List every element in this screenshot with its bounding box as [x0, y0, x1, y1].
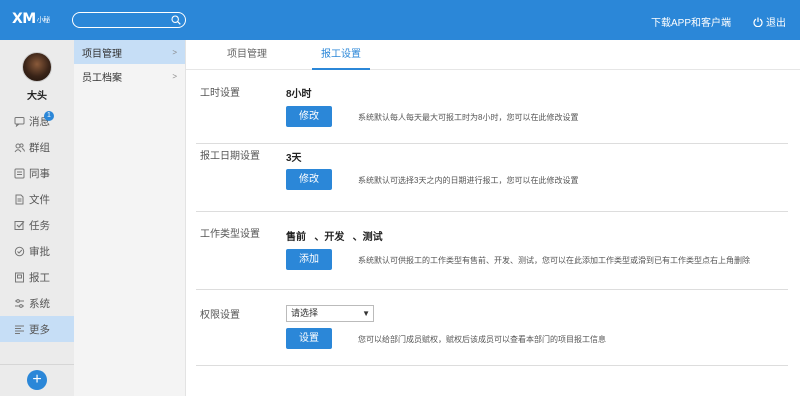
section-label: 报工日期设置 [200, 151, 260, 162]
section-description: 系统默认可选择3天之内的日期进行报工，您可以在此修改设置 [358, 176, 579, 185]
sidebar-item-messages[interactable]: 消息 1 [0, 108, 74, 134]
message-icon [14, 116, 25, 127]
work-type-list: 售前 、开发 、测试 [286, 232, 383, 243]
search-input[interactable] [79, 14, 163, 26]
chevron-right-icon: > [172, 47, 177, 57]
section-label: 权限设置 [200, 310, 240, 321]
sidebar-item-label: 系统 [29, 297, 50, 310]
select-value: 请选择 [291, 308, 319, 318]
sidebar-item-approval[interactable]: 审批 [0, 238, 74, 264]
sidebar-item-label: 群组 [29, 141, 50, 154]
department-select[interactable]: 请选择 ▼ [286, 305, 374, 322]
sidebar-divider [0, 364, 74, 365]
sidebar-item-label: 报工 [29, 271, 50, 284]
file-icon [15, 194, 24, 204]
more-icon [15, 325, 24, 334]
sidebar-item-tasks[interactable]: 任务 [0, 212, 74, 238]
app-logo[interactable]: XM小秘 [12, 11, 50, 27]
add-button[interactable]: + [27, 370, 47, 390]
group-icon [14, 142, 25, 152]
sidebar-item-label: 同事 [29, 167, 50, 180]
power-icon [753, 17, 763, 27]
sidebar-item-label: 更多 [29, 323, 50, 336]
sidebar-item-files[interactable]: 文件 [0, 186, 74, 212]
task-icon [14, 220, 25, 230]
subnav-item-project-management[interactable]: 项目管理 > [74, 40, 185, 64]
main-nav: 消息 1 群组 同事 文件 任务 审批 报工 系统 更多 [0, 108, 74, 342]
sidebar-item-colleagues[interactable]: 同事 [0, 160, 74, 186]
system-icon [15, 298, 24, 308]
logout-label: 退出 [766, 18, 786, 29]
section-label: 工作类型设置 [200, 229, 260, 240]
sidebar-item-report[interactable]: 报工 [0, 264, 74, 290]
colleague-icon [14, 168, 25, 178]
section-description: 系统默认每人每天最大可报工时为8小时，您可以在此修改设置 [358, 113, 579, 122]
subnav-item-label: 项目管理 [82, 48, 122, 60]
logo-sub: 小秘 [36, 16, 51, 24]
secondary-nav: 项目管理 > 员工档案 > [74, 40, 186, 396]
sidebar-item-label: 任务 [29, 219, 50, 232]
report-date-value: 3天 [286, 153, 302, 164]
download-app-link[interactable]: 下载APP和客户端 [651, 14, 731, 29]
search-box[interactable] [72, 12, 186, 28]
sidebar-item-label: 审批 [29, 245, 50, 258]
edit-work-hours-button[interactable]: 修改 [286, 106, 332, 127]
logo-main: XM [12, 11, 36, 27]
section-label: 工时设置 [200, 88, 240, 99]
tab-project-management[interactable]: 项目管理 [212, 40, 282, 70]
sidebar-item-label: 文件 [29, 193, 50, 206]
user-name: 大头 [27, 91, 47, 102]
main-sidebar: 大头 消息 1 群组 同事 文件 任务 审批 报工 系统 更多 + [0, 40, 74, 396]
set-permission-button[interactable]: 设置 [286, 328, 332, 349]
report-icon [15, 272, 24, 282]
approval-icon [14, 246, 25, 256]
subnav-item-employee-records[interactable]: 员工档案 > [74, 64, 185, 88]
work-hours-value: 8小时 [286, 89, 312, 100]
tab-bar: 项目管理 报工设置 [186, 40, 800, 70]
permission-section: 权限设置 请选择 ▼ 设置 您可以给部门成员赋权，赋权后该成员可以查看本部门的项… [196, 290, 788, 366]
section-description: 您可以给部门成员赋权，赋权后该成员可以查看本部门的项目报工信息 [358, 335, 606, 344]
section-description: 系统默认可供报工的工作类型有售前、开发、测试，您可以在此添加工作类型或滑到已有工… [358, 256, 750, 265]
report-date-section: 报工日期设置 3天 修改 系统默认可选择3天之内的日期进行报工，您可以在此修改设… [196, 144, 788, 212]
chevron-right-icon: > [172, 71, 177, 81]
edit-report-date-button[interactable]: 修改 [286, 169, 332, 190]
top-bar: XM小秘 下载APP和客户端 退出 [0, 0, 800, 40]
unread-badge: 1 [44, 111, 54, 121]
sidebar-item-more[interactable]: 更多 [0, 316, 74, 342]
sidebar-item-system[interactable]: 系统 [0, 290, 74, 316]
subnav-item-label: 员工档案 [82, 72, 122, 84]
tab-report-settings[interactable]: 报工设置 [312, 40, 370, 70]
avatar[interactable] [22, 52, 52, 82]
work-type-section: 工作类型设置 售前 、开发 、测试 添加 系统默认可供报工的工作类型有售前、开发… [196, 212, 788, 290]
search-icon[interactable] [171, 15, 181, 25]
logout-button[interactable]: 退出 [753, 14, 786, 29]
add-work-type-button[interactable]: 添加 [286, 249, 332, 270]
caret-down-icon: ▼ [362, 309, 370, 318]
work-hours-section: 工时设置 8小时 修改 系统默认每人每天最大可报工时为8小时，您可以在此修改设置 [196, 80, 788, 144]
sidebar-item-groups[interactable]: 群组 [0, 134, 74, 160]
